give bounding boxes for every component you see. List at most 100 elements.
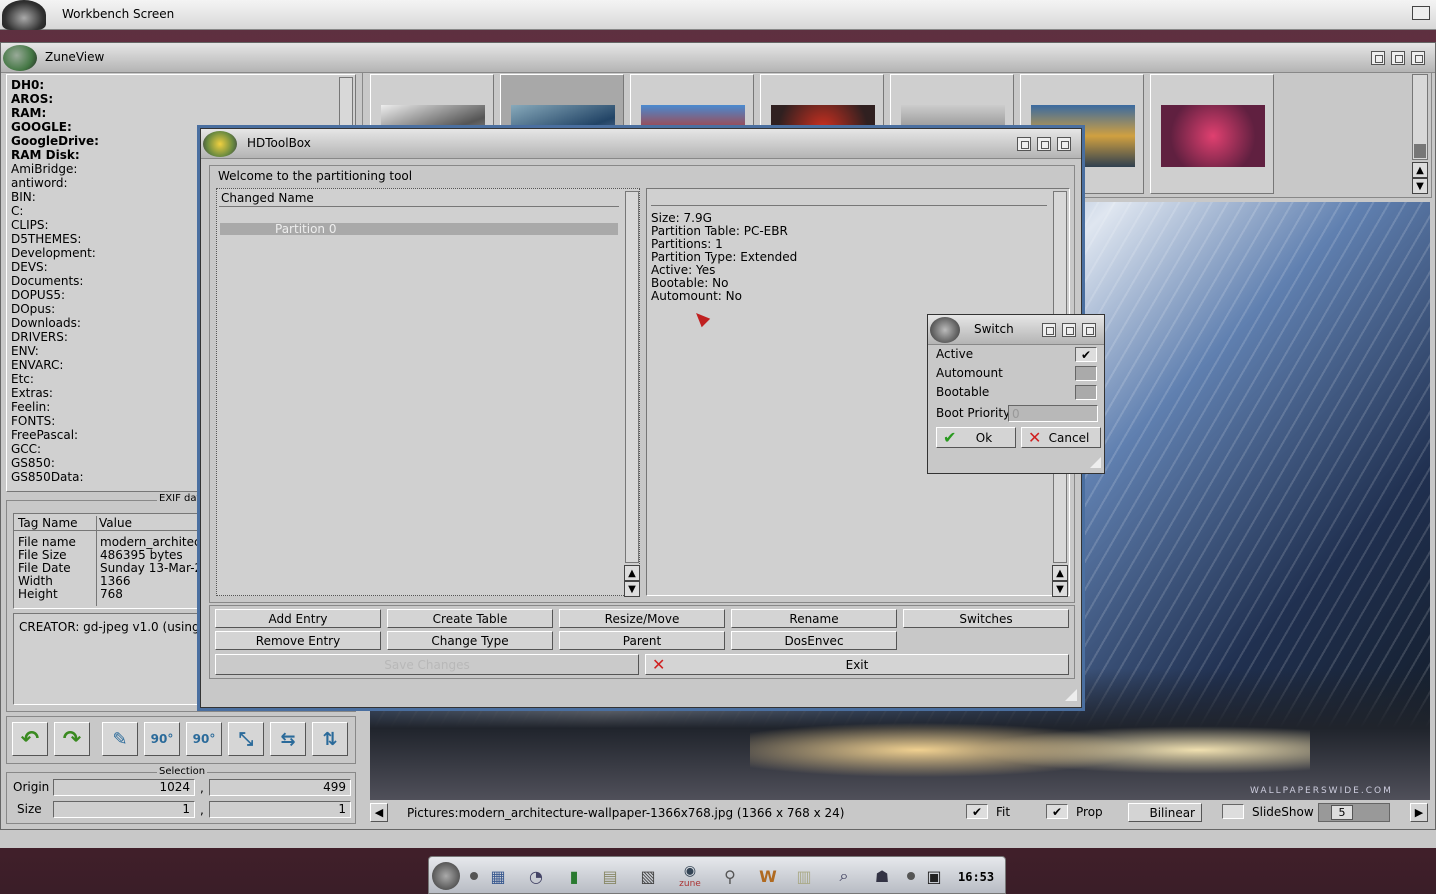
- dir-item[interactable]: ENV:: [11, 344, 99, 358]
- dir-item[interactable]: DRIVERS:: [11, 330, 99, 344]
- flip-horizontal-icon[interactable]: ⇆: [270, 722, 306, 756]
- rotate-right-icon[interactable]: 90°: [186, 722, 222, 756]
- zoom-icon[interactable]: [1017, 137, 1031, 151]
- aros-logo-icon[interactable]: [2, 0, 46, 30]
- previous-button[interactable]: ◀: [370, 803, 388, 822]
- flip-vertical-icon[interactable]: ⇅: [312, 722, 348, 756]
- switches-button[interactable]: Switches: [903, 609, 1069, 628]
- clock-app-icon[interactable]: ◔: [522, 862, 550, 890]
- flip-diagonal-icon[interactable]: ⤡: [228, 722, 264, 756]
- volume-item[interactable]: RAM:: [11, 106, 99, 120]
- dir-item[interactable]: D5THEMES:: [11, 232, 99, 246]
- size-x-field[interactable]: 1: [53, 801, 195, 818]
- documents-icon[interactable]: ▥: [790, 862, 818, 890]
- iconify-icon[interactable]: [1391, 51, 1405, 65]
- dir-item[interactable]: Development:: [11, 246, 99, 260]
- rename-button[interactable]: Rename: [731, 609, 897, 628]
- drawer-icon[interactable]: ▦: [484, 862, 512, 890]
- screen-depth-icon[interactable]: [1412, 6, 1430, 20]
- dir-item[interactable]: C:: [11, 204, 99, 218]
- slideshow-knob[interactable]: 5: [1331, 805, 1353, 820]
- dir-item[interactable]: antiword:: [11, 176, 99, 190]
- iconify-icon[interactable]: [1037, 137, 1051, 151]
- monitor-icon[interactable]: ▣: [920, 862, 948, 890]
- resize-grip-icon[interactable]: [1090, 457, 1101, 468]
- dir-item[interactable]: FONTS:: [11, 414, 99, 428]
- redo-icon[interactable]: ↷: [54, 722, 90, 756]
- next-button[interactable]: ▶: [1410, 803, 1428, 822]
- slideshow-slider[interactable]: 5: [1318, 803, 1390, 822]
- iconify-icon[interactable]: [1062, 323, 1076, 337]
- resize-grip-icon[interactable]: [1065, 689, 1077, 701]
- partition-row-selected[interactable]: Partition 0: [220, 222, 618, 236]
- dir-item[interactable]: Feelin:: [11, 400, 99, 414]
- automount-checkbox[interactable]: [1075, 366, 1097, 381]
- people-icon[interactable]: ☗: [868, 862, 896, 890]
- depth-icon[interactable]: [1411, 51, 1425, 65]
- dir-item[interactable]: GCC:: [11, 442, 99, 456]
- volume-item[interactable]: GoogleDrive:: [11, 134, 99, 148]
- volume-item[interactable]: RAM Disk:: [11, 148, 99, 162]
- aros-menu-icon[interactable]: [432, 862, 460, 890]
- notes-icon[interactable]: ▮: [560, 862, 588, 890]
- bilinear-button[interactable]: Bilinear: [1128, 803, 1202, 822]
- dir-item[interactable]: ENVARC:: [11, 358, 99, 372]
- depth-icon[interactable]: [1057, 137, 1071, 151]
- scroll-down-icon[interactable]: ▼: [1412, 178, 1428, 194]
- dir-item[interactable]: FreePascal:: [11, 428, 99, 442]
- dir-item[interactable]: AmiBridge:: [11, 162, 99, 176]
- hdtoolbox-titlebar[interactable]: HDToolBox: [201, 129, 1081, 159]
- change-type-button[interactable]: Change Type: [387, 631, 553, 650]
- partition-list-scrollbar[interactable]: [625, 191, 639, 563]
- add-entry-button[interactable]: Add Entry: [215, 609, 381, 628]
- volume-item[interactable]: DH0:: [11, 78, 99, 92]
- zoom-icon[interactable]: [1042, 323, 1056, 337]
- resize-move-button[interactable]: Resize/Move: [559, 609, 725, 628]
- wanderer-icon[interactable]: W: [754, 862, 782, 890]
- scroll-down-icon[interactable]: ▼: [624, 581, 640, 597]
- dosenvec-button[interactable]: DosEnvec: [731, 631, 897, 650]
- dir-item[interactable]: Documents:: [11, 274, 99, 288]
- exit-button[interactable]: ✕ Exit: [645, 654, 1069, 675]
- volume-item[interactable]: AROS:: [11, 92, 99, 106]
- dir-item[interactable]: GS850:: [11, 456, 99, 470]
- origin-y-field[interactable]: 499: [209, 779, 351, 796]
- dir-item[interactable]: Extras:: [11, 386, 99, 400]
- dir-item[interactable]: DEVS:: [11, 260, 99, 274]
- zuneview-titlebar[interactable]: ZuneView: [1, 43, 1435, 73]
- volume-item[interactable]: GOOGLE:: [11, 120, 99, 134]
- zoom-icon[interactable]: [1371, 51, 1385, 65]
- origin-x-field[interactable]: 1024: [53, 779, 195, 796]
- boot-priority-field[interactable]: 0: [1008, 405, 1098, 422]
- dir-item[interactable]: BIN:: [11, 190, 99, 204]
- prop-checkbox[interactable]: ✔: [1046, 804, 1068, 819]
- cancel-button[interactable]: ✕ Cancel: [1021, 427, 1101, 448]
- remove-entry-button[interactable]: Remove Entry: [215, 631, 381, 650]
- ok-button[interactable]: ✔ Ok: [936, 427, 1016, 448]
- pipette-icon[interactable]: ✎: [102, 722, 138, 756]
- parent-button[interactable]: Parent: [559, 631, 725, 650]
- search-icon[interactable]: ⌕: [830, 862, 858, 890]
- scroll-down-icon[interactable]: ▼: [1052, 581, 1068, 597]
- dir-item[interactable]: GS850Data:: [11, 470, 99, 484]
- rotate-left-icon[interactable]: 90°: [144, 722, 180, 756]
- clapper-icon[interactable]: ▧: [634, 862, 662, 890]
- scroll-up-icon[interactable]: ▲: [624, 565, 640, 581]
- fit-checkbox[interactable]: ✔: [966, 804, 988, 819]
- size-y-field[interactable]: 1: [209, 801, 351, 818]
- frying-pan-icon[interactable]: ⚲: [716, 862, 744, 890]
- dir-item[interactable]: DOPUS5:: [11, 288, 99, 302]
- dir-item[interactable]: Downloads:: [11, 316, 99, 330]
- thumbnail-scrollbar[interactable]: [1412, 74, 1428, 160]
- depth-icon[interactable]: [1082, 323, 1096, 337]
- zuneview-icon[interactable]: ◉ zune: [672, 862, 708, 890]
- dir-item[interactable]: CLIPS:: [11, 218, 99, 232]
- scroll-up-icon[interactable]: ▲: [1052, 565, 1068, 581]
- bootable-checkbox[interactable]: [1075, 385, 1097, 400]
- save-changes-button[interactable]: Save Changes: [215, 654, 639, 675]
- partition-list[interactable]: Changed Name Partition 0 ▲ ▼: [216, 188, 640, 597]
- create-table-button[interactable]: Create Table: [387, 609, 553, 628]
- undo-icon[interactable]: ↶: [12, 722, 48, 756]
- scroll-up-icon[interactable]: ▲: [1412, 162, 1428, 178]
- archive-icon[interactable]: ▤: [596, 862, 624, 890]
